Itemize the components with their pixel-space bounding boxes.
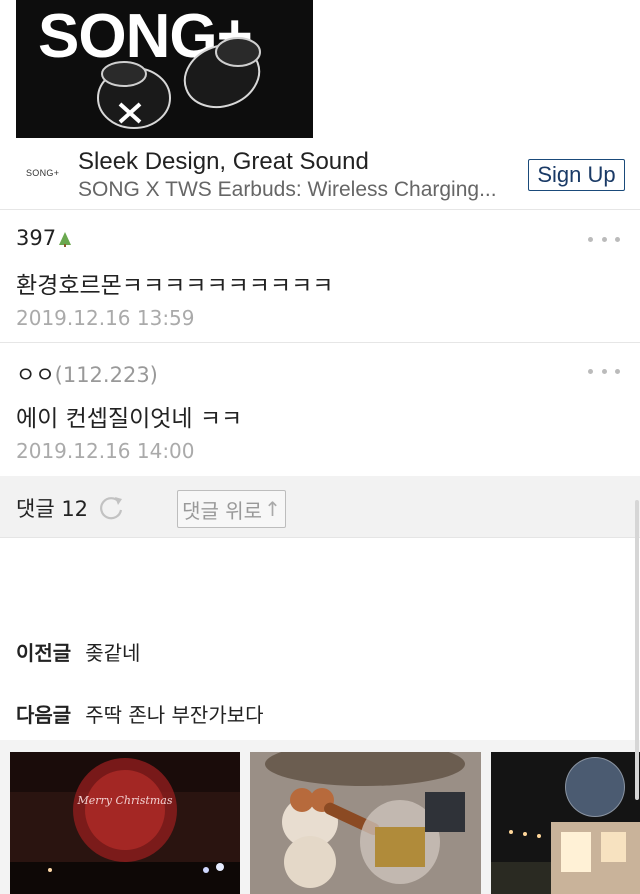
comment-author-name: 397 [16,226,57,250]
comment-date: 2019.12.16 13:59 [16,306,195,330]
gallery-thumbnail[interactable]: Merry Christmas [10,752,240,894]
merry-christmas-text: Merry Christmas [77,794,173,807]
next-post-link[interactable]: 다음글 주딱 존나 부잔가보다 [16,699,264,728]
ad-image[interactable]: SONG+ [16,0,313,138]
floating-action-button[interactable] [565,757,625,817]
comment-author-ip: (112.223) [54,363,158,387]
earbuds-illustration [97,37,261,129]
ad-title[interactable]: Sleek Design, Great Sound [78,148,369,176]
next-post-key: 다음글 [16,703,72,727]
comment-text: 에이 컨셉질이엇네 ㅋㅋ [16,406,243,432]
arrow-up-icon: ↑ [264,497,281,521]
comment-item: ㅇㅇ(112.223) 에이 컨셉질이엇네 ㅋㅋ 2019.12.16 14:0… [0,343,640,476]
prev-post-key: 이전글 [16,641,72,665]
toy-thumbnail-image [250,752,481,894]
related-gallery: Merry Christmas [0,740,640,894]
scrollbar[interactable] [635,500,639,800]
prev-post-title: 좆같네 [85,641,141,665]
comment-text: 환경호르몬ㅋㅋㅋㅋㅋㅋㅋㅋㅋㅋ [16,273,334,299]
refresh-icon[interactable] [97,494,125,522]
comment-item: 397 환경호르몬ㅋㅋㅋㅋㅋㅋㅋㅋㅋㅋ 2019.12.16 13:59 [0,210,640,342]
ad-logo: SONG+ [26,168,60,178]
tree-icon [59,232,72,247]
comments-to-top-label: 댓글 위로 [182,498,263,523]
comment-bar: 댓글 12 [0,476,640,538]
ad-banner[interactable]: SONG+ SONG+ Sleek Design, Great Sound SO… [0,0,640,210]
comment-count: 댓글 12 [16,497,89,521]
ad-subtitle[interactable]: SONG X TWS Earbuds: Wireless Charging... [78,178,508,202]
more-options-icon[interactable] [588,367,620,375]
prev-post-link[interactable]: 이전글 좆같네 [16,637,140,666]
comment-author[interactable]: ㅇㅇ(112.223) [16,359,158,389]
comment-author-name: ㅇㅇ [16,363,55,387]
christmas-thumbnail-image: Merry Christmas [10,752,240,894]
gallery-thumbnail[interactable] [250,752,481,894]
next-post-title: 주딱 존나 부잔가보다 [85,703,264,727]
sign-up-button[interactable]: Sign Up [528,159,625,191]
comment-date: 2019.12.16 14:00 [16,439,195,463]
comment-author[interactable]: 397 [16,226,72,250]
more-options-icon[interactable] [588,235,620,243]
comments-to-top-button[interactable]: 댓글 위로 ↑ [177,490,286,528]
